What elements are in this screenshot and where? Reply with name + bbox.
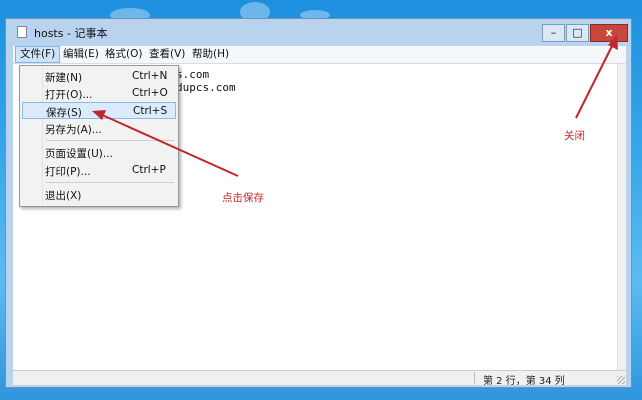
save-arrow-line [99,113,239,177]
annotation-arrows [92,35,618,177]
save-annotation: 点击保存 [222,192,264,204]
save-arrow-head [92,110,106,120]
close-arrow-line [575,41,615,119]
close-arrow-head [608,35,618,50]
close-annotation: 关闭 [564,130,585,142]
